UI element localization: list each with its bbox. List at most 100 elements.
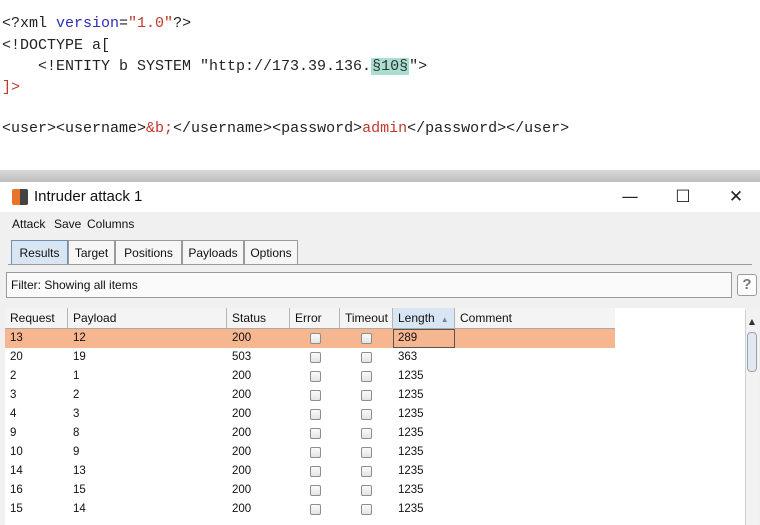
- minimize-button[interactable]: —: [618, 186, 642, 208]
- tab-options[interactable]: Options: [244, 240, 298, 264]
- timeout-checkbox: [361, 466, 372, 477]
- timeout-checkbox: [361, 504, 372, 515]
- cell-status: 200: [232, 484, 252, 496]
- cell-request: 15: [10, 503, 23, 515]
- help-button[interactable]: ?: [737, 274, 757, 296]
- timeout-checkbox: [361, 352, 372, 363]
- tab-positions[interactable]: Positions: [115, 240, 182, 264]
- cell-payload: 14: [73, 503, 86, 515]
- cell-length: 1235: [398, 427, 424, 439]
- error-checkbox: [310, 428, 321, 439]
- cell-request: 3: [10, 389, 17, 401]
- window-title: Intruder attack 1: [34, 188, 143, 205]
- cell-length: 1235: [398, 370, 424, 382]
- col-timeout[interactable]: Timeout: [340, 308, 393, 328]
- col-request[interactable]: Request: [5, 308, 68, 328]
- cell-status: 200: [232, 389, 252, 401]
- error-checkbox: [310, 447, 321, 458]
- menu-columns[interactable]: Columns: [87, 217, 134, 231]
- close-button[interactable]: ✕: [724, 186, 748, 208]
- scroll-up-arrow-icon[interactable]: ▲: [747, 317, 757, 327]
- cell-comment: [455, 386, 615, 405]
- table-row[interactable]: 20 19 503 363: [5, 348, 615, 367]
- col-comment[interactable]: Comment: [455, 308, 615, 328]
- code-line-5: <user><username>&b;</username><password>…: [2, 120, 570, 137]
- table-row[interactable]: 4 3 200 1235: [5, 405, 615, 424]
- table-row[interactable]: 14 13 200 1235: [5, 462, 615, 481]
- title-bar[interactable]: Intruder attack 1 — ☐ ✕: [0, 182, 760, 212]
- cell-length: 1235: [398, 503, 424, 515]
- table-row[interactable]: 9 8 200 1235: [5, 424, 615, 443]
- menu-save[interactable]: Save: [54, 217, 81, 231]
- intruder-window: Intruder attack 1 — ☐ ✕ Attack Save Colu…: [0, 182, 760, 525]
- cell-request: 10: [10, 446, 23, 458]
- col-status[interactable]: Status: [227, 308, 290, 328]
- cell-payload: 2: [73, 389, 80, 401]
- timeout-checkbox: [361, 390, 372, 401]
- cell-payload: 19: [73, 351, 86, 363]
- timeout-checkbox: [361, 485, 372, 496]
- error-checkbox: [310, 504, 321, 515]
- error-checkbox: [310, 333, 321, 344]
- timeout-checkbox: [361, 428, 372, 439]
- col-payload[interactable]: Payload: [68, 308, 227, 328]
- timeout-checkbox: [361, 333, 372, 344]
- timeout-checkbox: [361, 371, 372, 382]
- table-header: Request Payload Status Error Timeout Len…: [5, 308, 615, 329]
- table-row[interactable]: 2 1 200 1235: [5, 367, 615, 386]
- cell-payload: 12: [73, 332, 86, 344]
- cell-request: 13: [10, 332, 23, 344]
- tab-target[interactable]: Target: [68, 240, 115, 264]
- table-row[interactable]: 15 14 200 1235: [5, 500, 615, 519]
- cell-length: 1235: [398, 446, 424, 458]
- tab-payloads[interactable]: Payloads: [182, 240, 244, 264]
- menu-attack[interactable]: Attack: [12, 217, 45, 231]
- cell-payload: 8: [73, 427, 80, 439]
- maximize-button[interactable]: ☐: [671, 186, 695, 208]
- cell-request: 20: [10, 351, 23, 363]
- table-row[interactable]: 3 2 200 1235: [5, 386, 615, 405]
- table-row[interactable]: 13 12 200 289: [5, 329, 615, 348]
- cell-request: 4: [10, 408, 17, 420]
- table-row[interactable]: 10 9 200 1235: [5, 443, 615, 462]
- menu-bar: Attack Save Columns: [0, 213, 760, 235]
- timeout-checkbox: [361, 447, 372, 458]
- col-length[interactable]: Length ▲: [393, 308, 455, 328]
- code-line-3: <!ENTITY b SYSTEM "http://173.39.136.§10…: [2, 58, 428, 75]
- cell-payload: 15: [73, 484, 86, 496]
- error-checkbox: [310, 485, 321, 496]
- cell-payload: 9: [73, 446, 80, 458]
- cell-status: 200: [232, 503, 252, 515]
- cell-request: 16: [10, 484, 23, 496]
- cell-request: 2: [10, 370, 17, 382]
- table-row[interactable]: 16 15 200 1235: [5, 481, 615, 500]
- filter-bar[interactable]: Filter: Showing all items: [6, 272, 732, 298]
- vertical-scrollbar[interactable]: ▲: [745, 310, 759, 525]
- focused-cell-outline: [393, 329, 455, 348]
- timeout-checkbox: [361, 409, 372, 420]
- error-checkbox: [310, 371, 321, 382]
- cell-payload: 13: [73, 465, 86, 477]
- cell-comment: [455, 500, 615, 519]
- cell-status: 200: [232, 332, 252, 344]
- xml-editor[interactable]: <?xml version="1.0"?> <!DOCTYPE a[ <!ENT…: [0, 0, 760, 170]
- cell-status: 200: [232, 408, 252, 420]
- tab-underline: [8, 264, 752, 265]
- cell-comment: [455, 329, 615, 348]
- cell-status: 503: [232, 351, 252, 363]
- scroll-thumb[interactable]: [747, 332, 757, 372]
- error-checkbox: [310, 352, 321, 363]
- burp-logo-icon: [12, 189, 28, 205]
- cell-length: 1235: [398, 389, 424, 401]
- payload-marker: §10§: [371, 58, 410, 75]
- cell-length: 363: [398, 351, 418, 363]
- code-line-4: ]>: [2, 79, 21, 96]
- results-table: Request Payload Status Error Timeout Len…: [5, 308, 745, 525]
- cell-status: 200: [232, 446, 252, 458]
- cell-request: 9: [10, 427, 17, 439]
- col-error[interactable]: Error: [290, 308, 340, 328]
- cell-length: 1235: [398, 484, 424, 496]
- cell-comment: [455, 424, 615, 443]
- code-line-1: <?xml version="1.0"?>: [2, 15, 192, 32]
- tab-results[interactable]: Results: [11, 240, 68, 264]
